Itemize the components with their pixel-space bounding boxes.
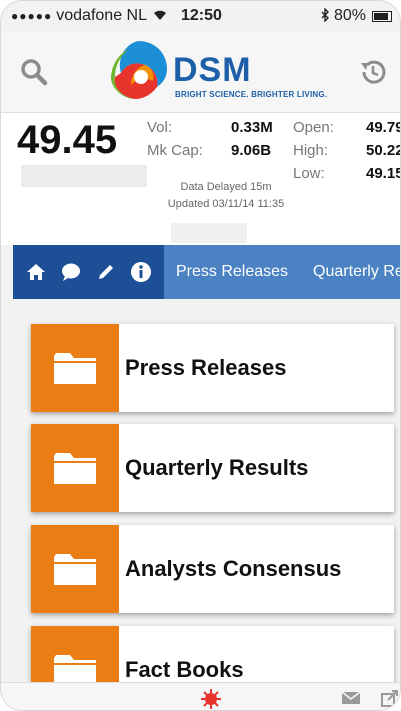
chat-icon[interactable] — [59, 260, 83, 284]
list-item-label: Fact Books — [125, 657, 244, 682]
folder-icon — [31, 525, 119, 613]
list-item-label: Quarterly Results — [125, 455, 309, 480]
folder-icon — [31, 324, 119, 412]
stock-quote-panel: 49.45 Vol: 0.33M Mk Cap: 9.06B Open: 49.… — [1, 113, 401, 245]
mail-icon[interactable] — [341, 691, 361, 705]
market-cap-label: Mk Cap: — [147, 142, 203, 159]
last-updated-note: Updated 03/11/14 11:35 — [167, 198, 285, 210]
brand-tagline: BRIGHT SCIENCE. BRIGHTER LIVING. — [175, 90, 328, 99]
status-bar: ●●●●● vodafone NL 12:50 80% — [1, 1, 400, 31]
wifi-icon — [153, 8, 167, 24]
open-value: 49.79 — [366, 119, 401, 136]
section-nav-bar: Press Releases Quarterly Results — [13, 245, 400, 299]
bottom-toolbar — [1, 682, 400, 710]
info-icon[interactable] — [129, 260, 153, 284]
brand-logo: DSM BRIGHT SCIENCE. BRIGHTER LIVING. — [105, 37, 335, 107]
list-item-analysts-consensus[interactable]: Analysts Consensus — [31, 525, 394, 613]
volume-value: 0.33M — [231, 119, 273, 136]
share-icon[interactable] — [381, 689, 399, 707]
tab-quarterly-results[interactable]: Quarterly Results — [313, 263, 400, 281]
market-cap-value: 9.06B — [231, 142, 272, 159]
nav-icon-group — [13, 245, 164, 299]
section-list: Press Releases Quarterly Results Analyst… — [1, 299, 400, 682]
pencil-icon[interactable] — [94, 260, 118, 284]
share-price: 49.45 — [17, 118, 118, 162]
list-item-label: Press Releases — [125, 355, 287, 380]
redacted-area — [171, 223, 247, 243]
search-icon[interactable] — [19, 57, 49, 87]
volume-label: Vol: — [147, 119, 173, 136]
brand-name: DSM — [173, 51, 252, 89]
low-value: 49.15 — [366, 165, 401, 182]
battery-percent: 80% — [333, 7, 366, 24]
phone-screen: ●●●●● vodafone NL 12:50 80% DSM BRIGHT S… — [0, 0, 401, 711]
tab-press-releases[interactable]: Press Releases — [176, 263, 288, 281]
clock-time: 12:50 — [180, 7, 222, 24]
list-item-label: Analysts Consensus — [125, 556, 342, 581]
brand-emblem-icon[interactable] — [200, 688, 222, 710]
low-label: Low: — [293, 165, 325, 182]
history-icon[interactable] — [358, 57, 388, 87]
open-label: Open: — [293, 119, 334, 136]
carrier-name: vodafone NL — [56, 7, 147, 24]
home-icon[interactable] — [24, 260, 48, 284]
signal-strength-indicator: ●●●●● — [11, 9, 53, 23]
bluetooth-icon — [320, 6, 330, 25]
redacted-area — [21, 165, 147, 187]
battery-icon — [372, 10, 392, 22]
app-header: DSM BRIGHT SCIENCE. BRIGHTER LIVING. — [1, 31, 400, 113]
nav-tab-strip: Press Releases Quarterly Results — [164, 245, 400, 299]
list-item-press-releases[interactable]: Press Releases — [31, 324, 394, 412]
data-delay-note: Data Delayed 15m — [180, 181, 272, 193]
high-label: High: — [293, 142, 329, 159]
high-value: 50.22 — [366, 142, 401, 159]
list-item-quarterly-results[interactable]: Quarterly Results — [31, 424, 394, 512]
folder-icon — [31, 626, 119, 682]
folder-icon — [31, 424, 119, 512]
brand-logo-mark-icon — [111, 41, 167, 99]
list-item-fact-books[interactable]: Fact Books — [31, 626, 394, 682]
